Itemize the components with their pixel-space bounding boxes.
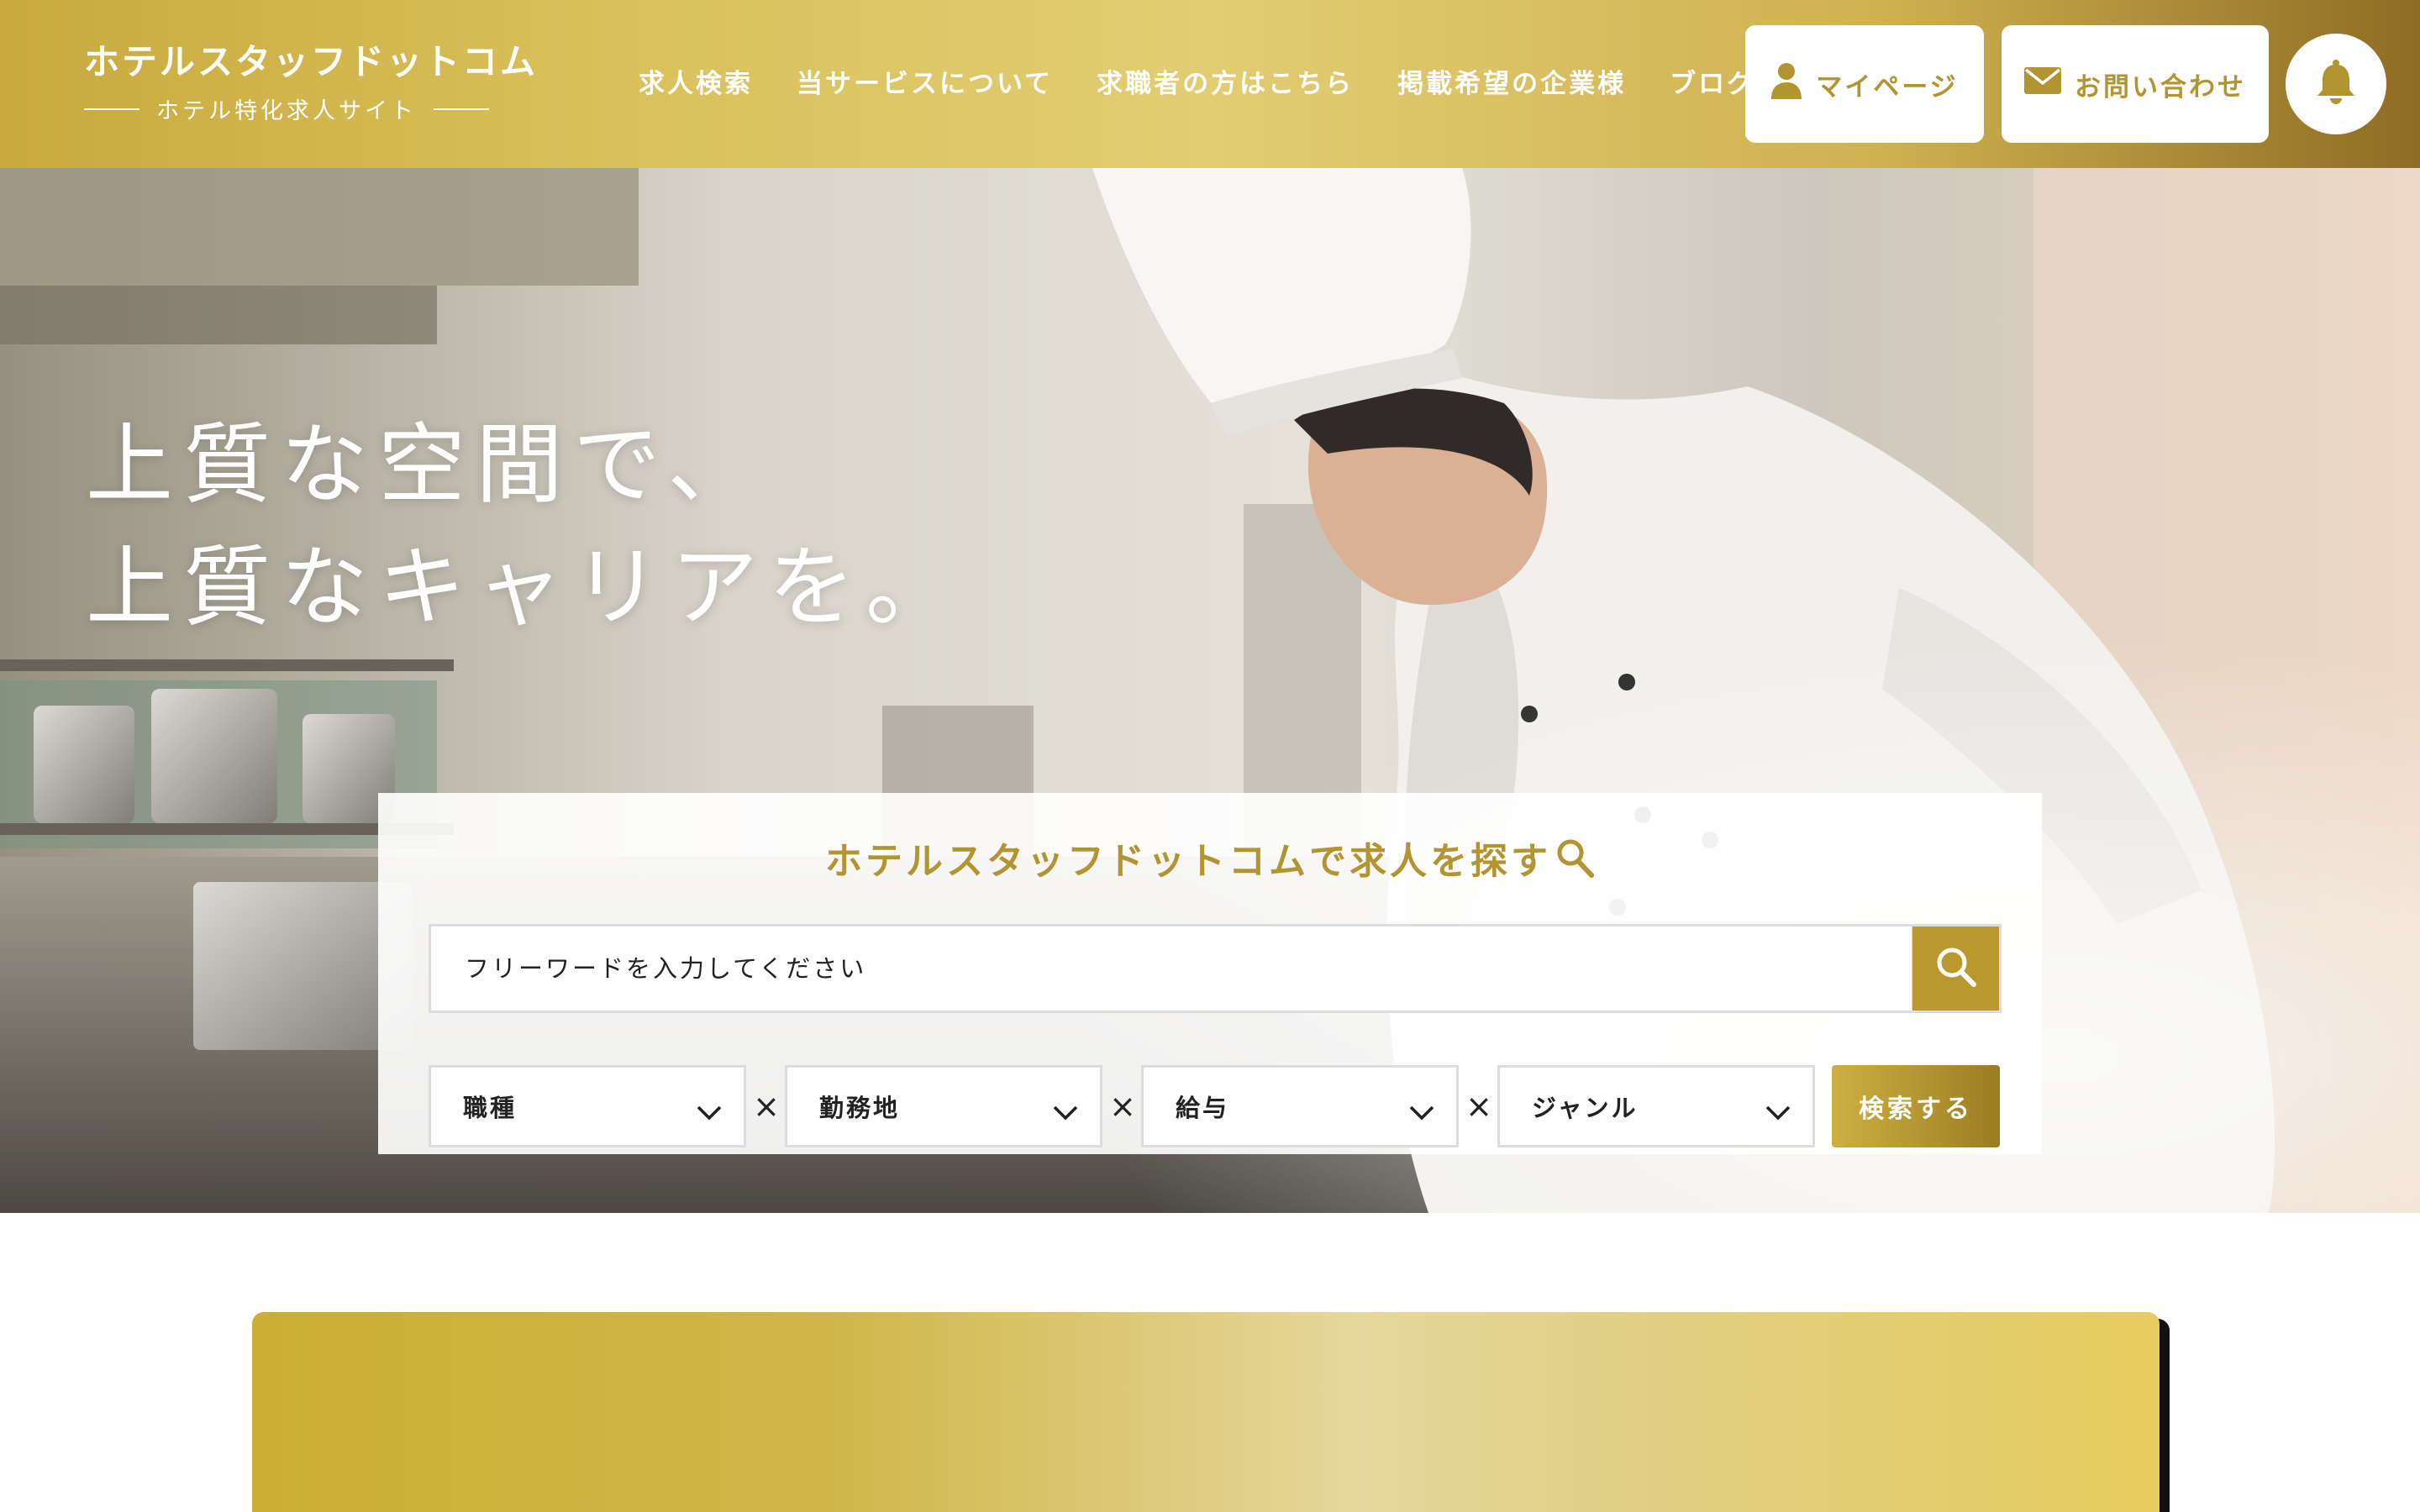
contact-button[interactable]: お問い合わせ bbox=[2002, 25, 2269, 143]
job-type-select[interactable]: 職種 bbox=[429, 1065, 746, 1147]
salary-select-label: 給与 bbox=[1176, 1094, 1230, 1122]
chevron-down-icon bbox=[1765, 1098, 1791, 1126]
magnifier-icon bbox=[1551, 839, 1595, 883]
filter-separator-1: × bbox=[753, 1088, 780, 1125]
search-submit-button[interactable]: 検索する bbox=[1832, 1065, 2000, 1147]
filter-separator-3: × bbox=[1465, 1088, 1492, 1125]
genre-select-label: ジャンル bbox=[1532, 1094, 1639, 1122]
chevron-down-icon bbox=[1053, 1098, 1078, 1126]
nav-blog[interactable]: ブログ bbox=[1670, 64, 1755, 104]
contact-label: お問い合わせ bbox=[2075, 71, 2246, 102]
logo-subtitle-row: ホテル特化求人サイト bbox=[84, 92, 489, 125]
search-panel-title: ホテルスタッフドットコムで求人を探す bbox=[378, 835, 2042, 889]
mypage-label: マイページ bbox=[1816, 71, 1959, 102]
nav-about-service[interactable]: 当サービスについて bbox=[797, 64, 1053, 104]
freeword-search-button[interactable] bbox=[1912, 924, 2002, 1013]
work-location-select[interactable]: 勤務地 bbox=[785, 1065, 1102, 1147]
gold-feature-banner bbox=[252, 1312, 2160, 1512]
freeword-search-input[interactable] bbox=[429, 924, 1914, 1013]
genre-select[interactable]: ジャンル bbox=[1497, 1065, 1815, 1147]
search-icon bbox=[1934, 945, 1978, 992]
logo-title: ホテルスタッフドットコム bbox=[84, 41, 539, 82]
logo-subtitle: ホテル特化求人サイト bbox=[156, 98, 417, 124]
salary-select[interactable]: 給与 bbox=[1141, 1065, 1459, 1147]
nav-for-job-seekers[interactable]: 求職者の方はこちら bbox=[1097, 64, 1354, 104]
mail-icon bbox=[2024, 67, 2061, 101]
work-location-select-label: 勤務地 bbox=[819, 1094, 901, 1122]
job-search-panel: ホテルスタッフドットコムで求人を探す 職種 × 勤務地 × 給与 × ジャンル … bbox=[378, 793, 2042, 1154]
nav-job-search[interactable]: 求人検索 bbox=[639, 64, 753, 104]
nav-for-employers[interactable]: 掲載希望の企業様 bbox=[1397, 64, 1626, 104]
global-nav: 求人検索 当サービスについて 求職者の方はこちら 掲載希望の企業様 ブログ bbox=[639, 64, 1755, 104]
logo-divider-right bbox=[434, 108, 489, 110]
filter-separator-2: × bbox=[1109, 1088, 1136, 1125]
bell-icon bbox=[2316, 60, 2356, 108]
chevron-down-icon bbox=[697, 1098, 722, 1126]
search-title-text: ホテルスタッフドットコムで求人を探す bbox=[825, 840, 1551, 883]
hero-catchcopy: 上質な空間で、 上質なキャリアを。 bbox=[86, 403, 963, 648]
chevron-down-icon bbox=[1409, 1098, 1434, 1126]
mypage-button[interactable]: マイページ bbox=[1745, 25, 1984, 143]
hero-catch-line-1: 上質な空間で、 bbox=[86, 413, 765, 516]
notification-button[interactable] bbox=[2286, 34, 2386, 134]
logo-divider-left bbox=[84, 108, 139, 110]
site-logo[interactable]: ホテルスタッフドットコム ホテル特化求人サイト bbox=[84, 39, 539, 125]
site-header: ホテルスタッフドットコム ホテル特化求人サイト 求人検索 当サービスについて 求… bbox=[0, 0, 2420, 168]
hero-catch-line-2: 上質なキャリアを。 bbox=[86, 536, 964, 638]
user-icon bbox=[1770, 62, 1802, 106]
hero-section: 上質な空間で、 上質なキャリアを。 ホテルスタッフドットコムで求人を探す 職種 … bbox=[0, 168, 2420, 1213]
job-type-select-label: 職種 bbox=[463, 1094, 518, 1122]
